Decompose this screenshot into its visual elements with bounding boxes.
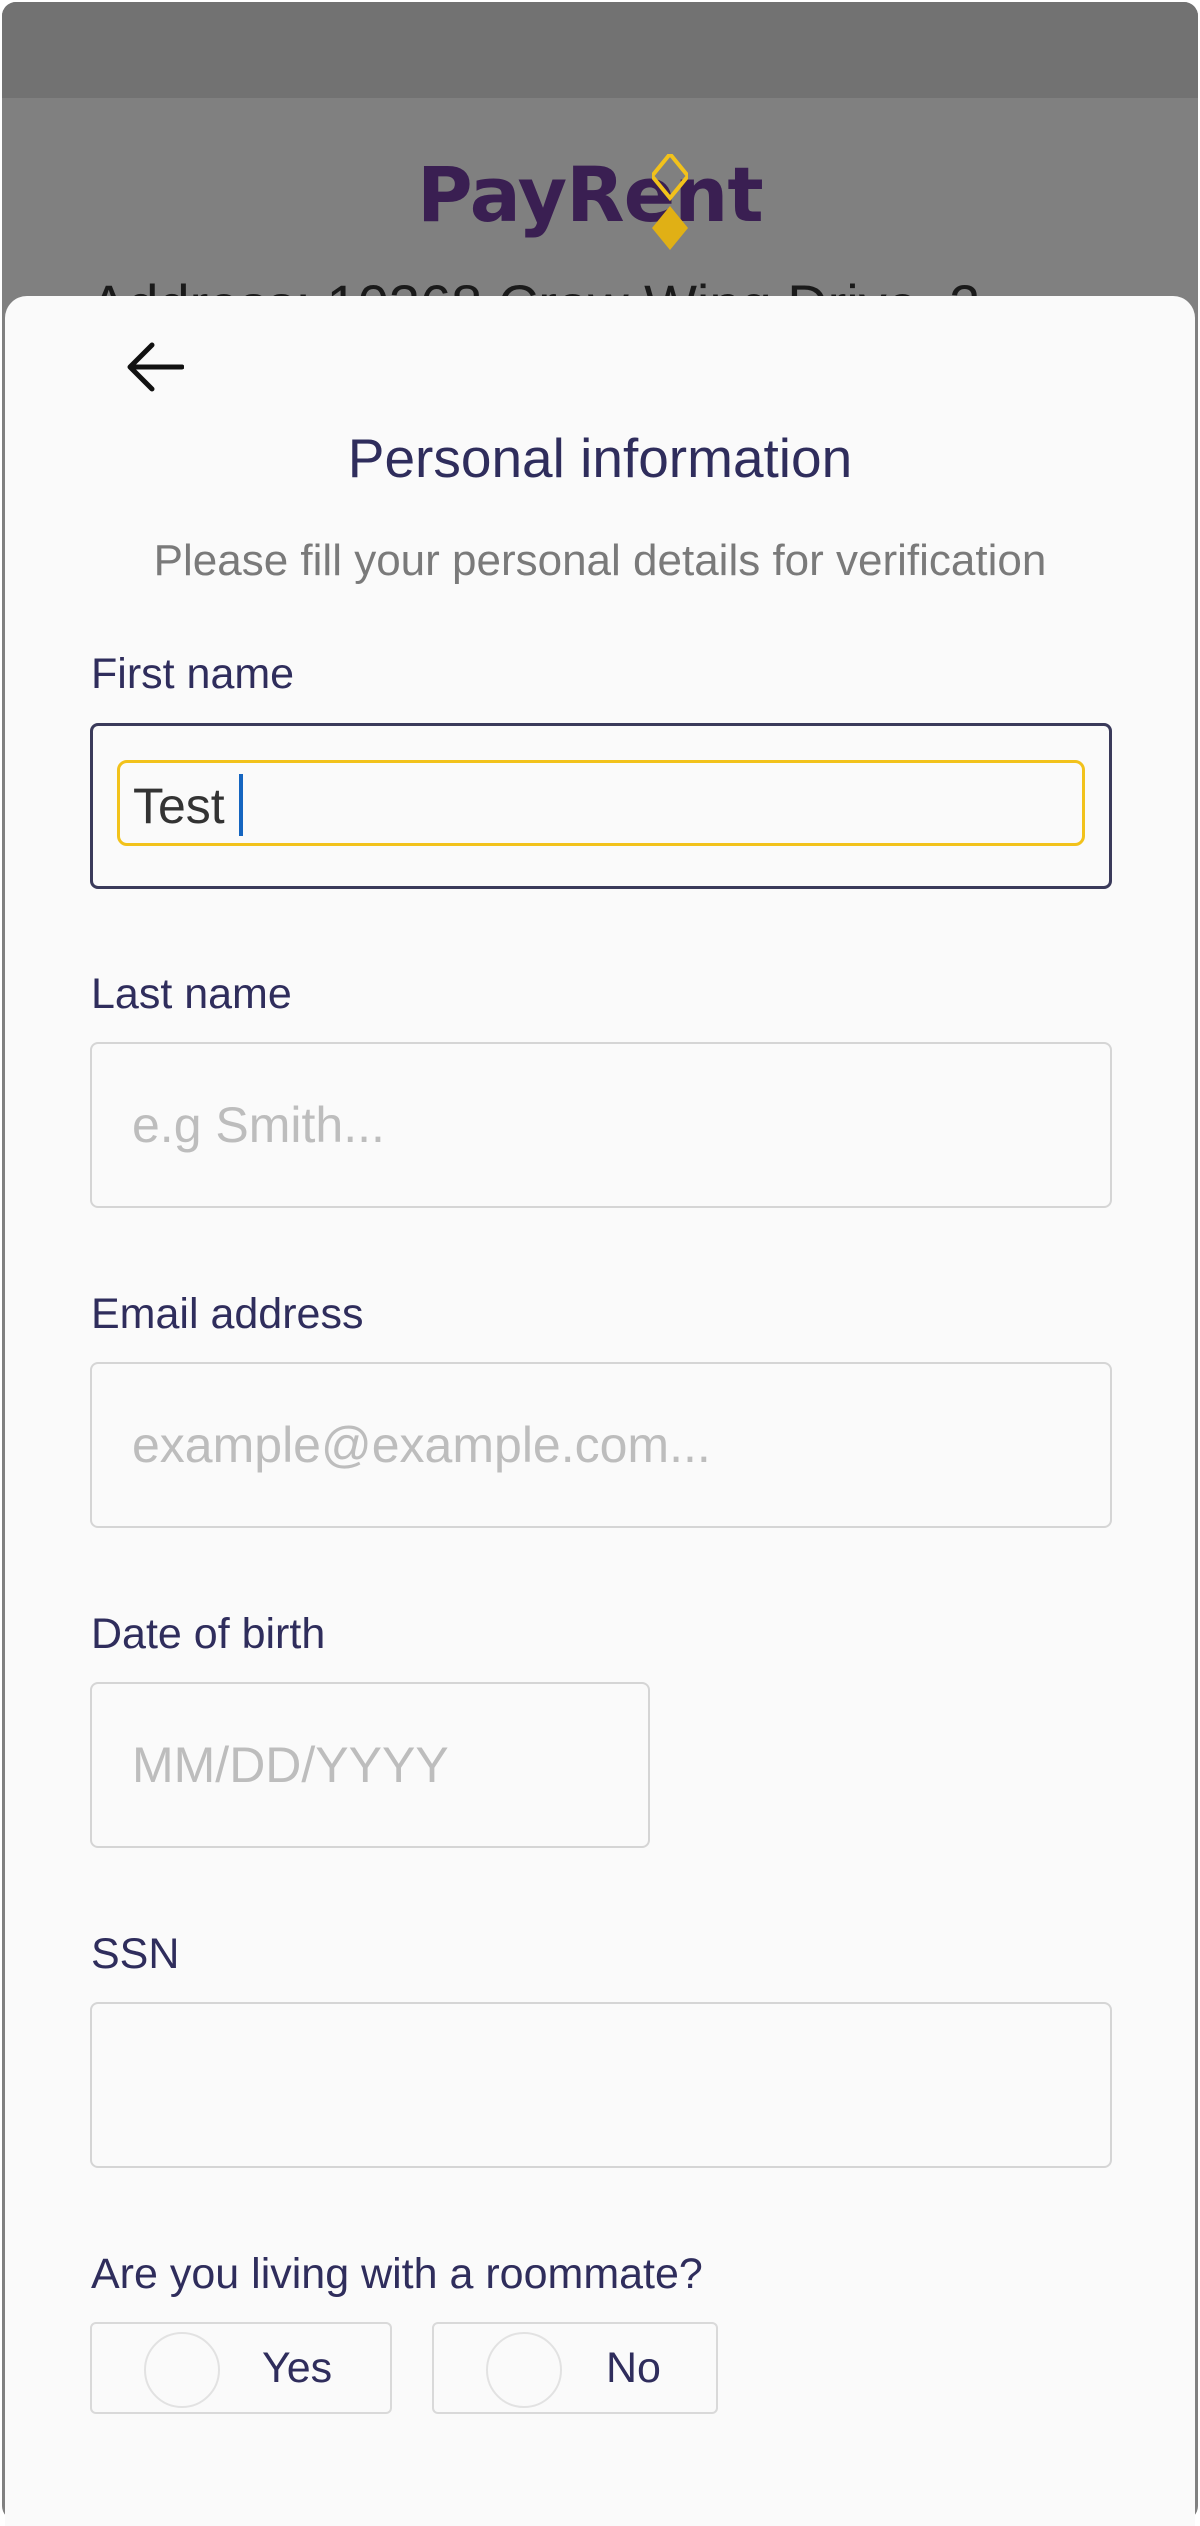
dob-label: Date of birth <box>91 1610 326 1658</box>
email-input[interactable] <box>132 1364 1070 1526</box>
radio-yes-label: Yes <box>262 2344 333 2392</box>
text-caret <box>239 774 243 836</box>
last-name-field[interactable] <box>90 1042 1112 1208</box>
roommate-yes-option[interactable]: Yes <box>90 2322 392 2414</box>
radio-no-label: No <box>606 2344 661 2392</box>
email-label: Email address <box>91 1290 364 1338</box>
payrent-logo: PayRent <box>417 150 764 239</box>
email-field[interactable] <box>90 1362 1112 1528</box>
radio-circle-icon[interactable] <box>144 2332 220 2408</box>
last-name-input[interactable] <box>132 1044 1070 1206</box>
first-name-label: First name <box>91 650 295 698</box>
page-title: Personal information <box>347 427 853 489</box>
roommate-question: Are you living with a roommate? <box>91 2250 703 2298</box>
logo-diamond-icon <box>652 154 688 250</box>
first-name-field[interactable] <box>90 723 1112 889</box>
top-bar <box>2 2 1198 98</box>
ssn-label: SSN <box>91 1930 180 1978</box>
page-subtitle: Please fill your personal details for ve… <box>153 536 1047 585</box>
first-name-input[interactable] <box>133 726 1069 886</box>
dob-input[interactable] <box>132 1684 608 1846</box>
back-button[interactable] <box>118 330 192 404</box>
last-name-label: Last name <box>91 970 292 1018</box>
ssn-field[interactable] <box>90 2002 1112 2168</box>
radio-circle-icon[interactable] <box>486 2332 562 2408</box>
arrow-left-icon <box>127 342 184 392</box>
roommate-no-option[interactable]: No <box>432 2322 718 2414</box>
dob-field[interactable] <box>90 1682 650 1848</box>
ssn-input[interactable] <box>132 2004 1070 2166</box>
